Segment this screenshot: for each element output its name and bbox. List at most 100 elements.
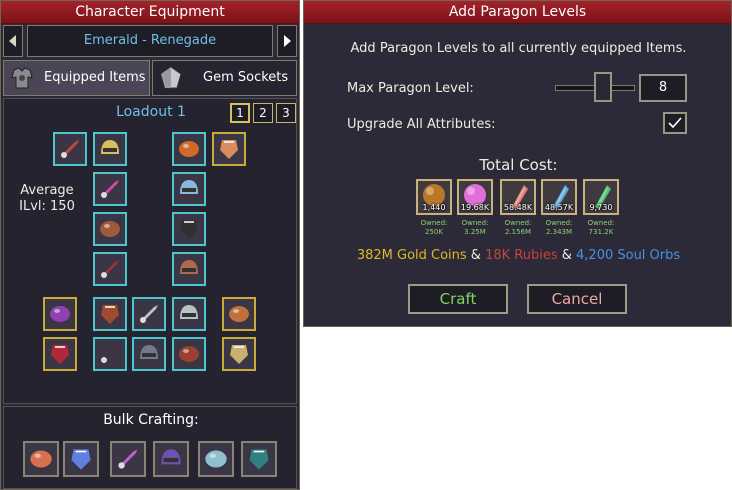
upgrade-all-label: Upgrade All Attributes:	[347, 117, 496, 132]
gem-icon	[160, 66, 182, 89]
cost-count: 9,730	[589, 203, 613, 212]
owned-value: 731.2K	[588, 228, 614, 236]
bulk-craft-item-4[interactable]	[153, 441, 189, 477]
cost-item-5: 9,730	[583, 179, 619, 215]
cloak-slot[interactable]	[172, 212, 206, 246]
potion-slot[interactable]	[172, 337, 206, 371]
shoulder-slot[interactable]	[93, 172, 127, 206]
cost-count: 48.57K	[544, 203, 574, 212]
total-cost-label: Total Cost:	[479, 156, 558, 174]
paragon-description: Add Paragon Levels to all currently equi…	[350, 41, 687, 56]
pants-slot[interactable]	[93, 337, 127, 371]
bulk-crafting-title: Bulk Crafting:	[103, 412, 199, 428]
bracelet-slot-2[interactable]	[172, 297, 206, 331]
forge-icon	[30, 450, 52, 468]
average-label: Average	[20, 183, 74, 198]
chest-slot[interactable]	[93, 212, 127, 246]
upgrade-all-checkbox[interactable]	[663, 112, 687, 134]
orb-icon	[118, 449, 138, 469]
rune-stone-icon	[140, 345, 158, 359]
currency-summary: 382M Gold Coins & 18K Rubies & 4,200 Sou…	[304, 248, 732, 263]
character-name: Emerald - Renegade	[27, 25, 273, 57]
owned-amount: Owned: 731.2K	[576, 219, 626, 237]
tab-gem-sockets-label: Gem Sockets	[203, 70, 289, 85]
tab-gem-sockets[interactable]: Gem Sockets	[152, 60, 297, 96]
bulk-craft-item-5[interactable]	[198, 441, 234, 477]
soul-orbs-cost: 4,200 Soul Orbs	[576, 248, 681, 263]
ilvl-label: ILvl: 150	[19, 199, 75, 214]
tab-equipped-items-label: Equipped Items	[44, 70, 146, 85]
bracer-icon	[101, 260, 119, 278]
next-character-button[interactable]	[277, 25, 297, 57]
bracelet-icon	[140, 305, 158, 323]
scroll-slot[interactable]	[222, 337, 256, 371]
amulet-slot[interactable]	[172, 172, 206, 206]
bracelet-icon	[180, 305, 198, 319]
ring-slot-1[interactable]	[43, 297, 77, 331]
anvil-icon	[161, 449, 181, 465]
tab-equipped-items[interactable]: Equipped Items	[3, 60, 150, 96]
bulk-craft-item-2[interactable]	[63, 441, 99, 477]
loadout-1-button[interactable]: 1	[230, 103, 250, 123]
max-paragon-value[interactable]: 8	[639, 74, 687, 102]
paragon-slider-thumb[interactable]	[594, 72, 612, 102]
checkmark-icon	[668, 117, 682, 129]
cost-item-1: 1,440	[416, 179, 452, 215]
trinket-slot[interactable]	[222, 297, 256, 331]
cancel-button[interactable]: Cancel	[527, 284, 627, 314]
bulk-craft-item-6[interactable]	[241, 441, 277, 477]
hair-slot[interactable]	[172, 132, 206, 166]
boots-icon	[180, 260, 198, 274]
gold-cost: 382M Gold Coins	[356, 248, 467, 263]
potion-icon	[179, 346, 199, 362]
average-ilvl: Average ILvl: 150	[17, 183, 77, 215]
cost-item-3: 58.48K	[500, 179, 536, 215]
triangle-left-icon	[9, 35, 16, 47]
chest-icon	[100, 221, 120, 237]
equipment-title: Character Equipment	[1, 1, 299, 24]
glove-slot[interactable]	[43, 337, 77, 371]
amulet-icon	[180, 180, 198, 194]
helmet-slot[interactable]	[93, 132, 127, 166]
cost-item-4: 48.57K	[541, 179, 577, 215]
glove-icon	[51, 345, 69, 364]
bulk-craft-item-1[interactable]	[23, 441, 59, 477]
helmet-icon	[101, 140, 119, 154]
armor-icon	[11, 67, 33, 89]
boots-slot[interactable]	[172, 252, 206, 286]
weapon-slot[interactable]	[53, 132, 87, 166]
ring-icon	[50, 306, 70, 322]
rubies-cost: 18K Rubies	[485, 248, 558, 263]
prev-character-button[interactable]	[3, 25, 23, 57]
offhand-slot[interactable]	[212, 132, 246, 166]
bulk-craft-item-3[interactable]	[110, 441, 146, 477]
hand-icon	[220, 140, 238, 159]
loadout-2-button[interactable]: 2	[253, 103, 273, 123]
sword-icon	[61, 140, 79, 158]
talisman-icon	[229, 306, 249, 322]
currency-separator-2: &	[557, 248, 577, 263]
pants-icon	[101, 345, 119, 363]
cloak-icon	[180, 220, 198, 239]
belt-slot[interactable]	[93, 297, 127, 331]
loadout-3-button[interactable]: 3	[276, 103, 296, 123]
belt-icon	[101, 305, 119, 324]
currency-separator-1: &	[466, 248, 486, 263]
silver-orb-icon	[205, 450, 227, 468]
owned-label: Owned:	[587, 219, 615, 227]
scroll-icon	[230, 345, 248, 364]
max-paragon-label: Max Paragon Level:	[347, 81, 474, 96]
cost-item-2: 19.68K	[457, 179, 493, 215]
add-paragon-dialog: Add Paragon Levels Add Paragon Levels to…	[303, 0, 732, 327]
anvil-teal-icon	[249, 449, 269, 470]
feather-icon	[71, 449, 91, 470]
bracer-slot[interactable]	[93, 252, 127, 286]
triangle-right-icon	[284, 35, 291, 47]
cost-count: 19.68K	[460, 203, 490, 212]
bracelet-slot-1[interactable]	[132, 297, 166, 331]
rune-slot[interactable]	[132, 337, 166, 371]
loadout-title: Loadout 1	[116, 104, 186, 120]
craft-button[interactable]: Craft	[408, 284, 508, 314]
character-selector: Emerald - Renegade	[3, 25, 297, 57]
cost-count: 58.48K	[503, 203, 533, 212]
